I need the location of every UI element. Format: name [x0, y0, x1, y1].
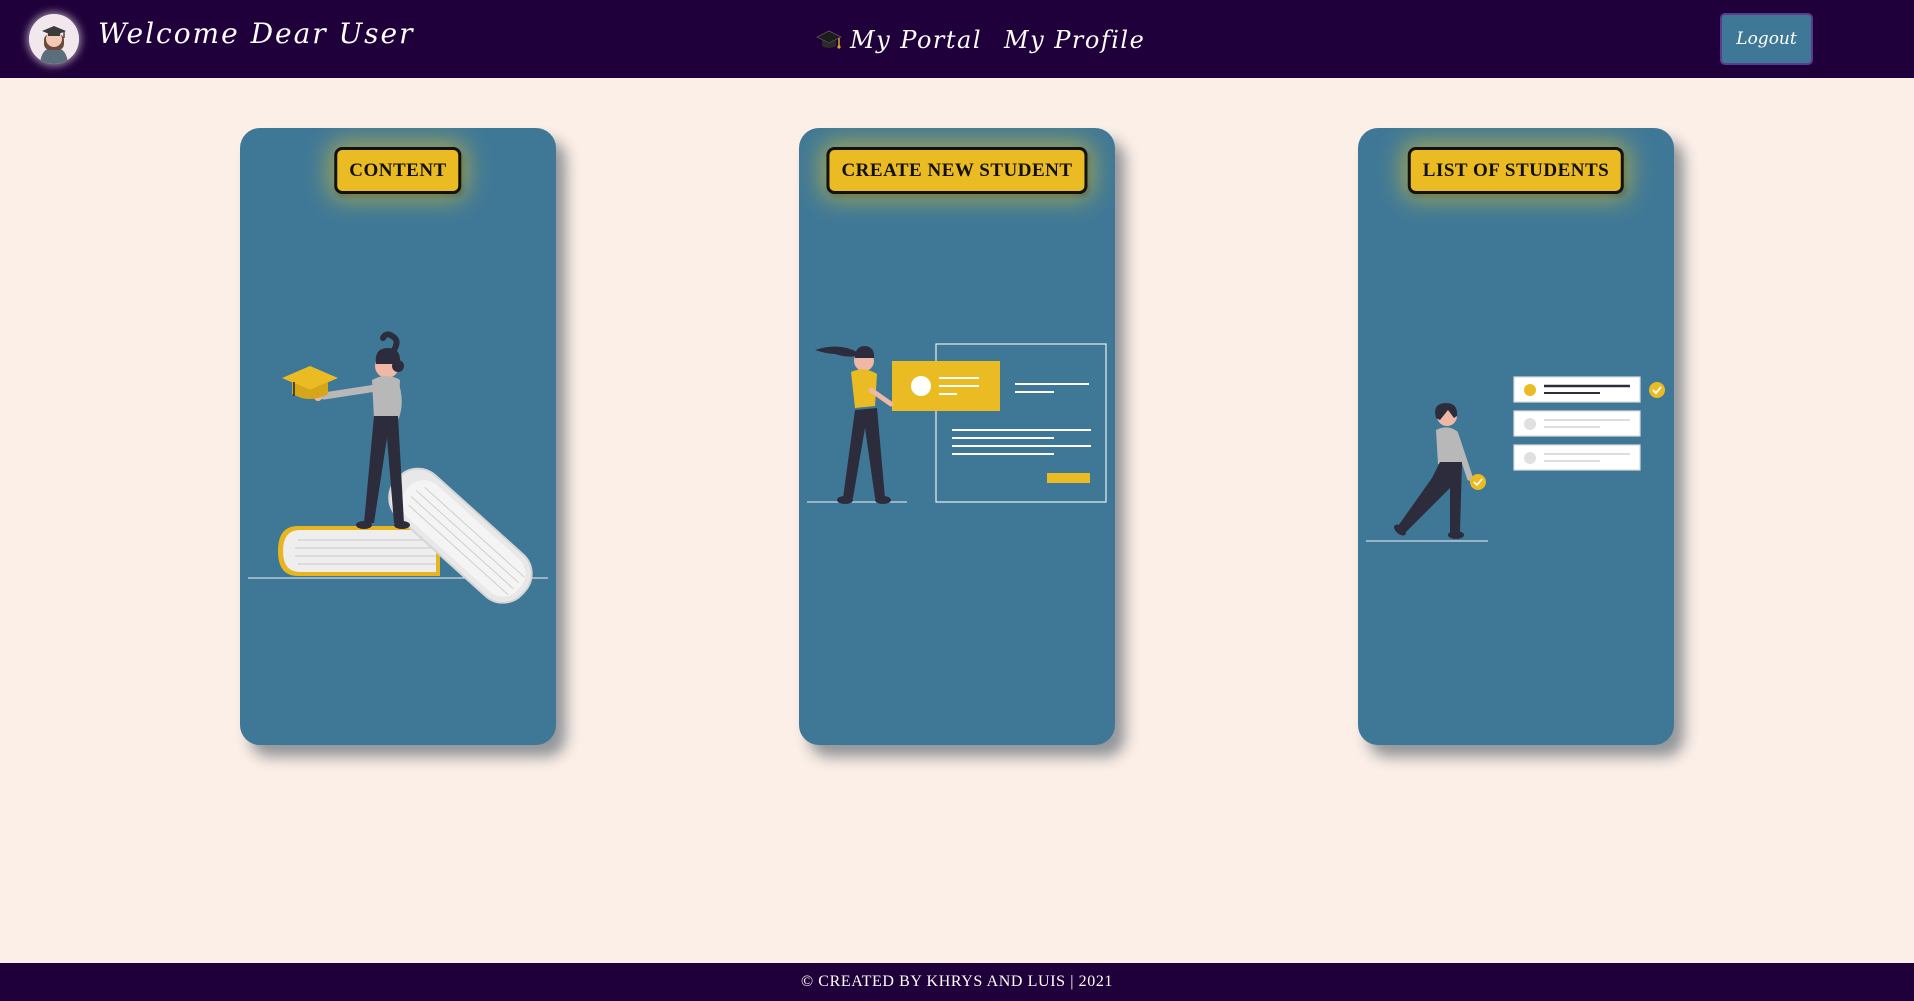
welcome-title: Welcome Dear User [98, 17, 415, 50]
woman-on-books-illustration [248, 331, 548, 604]
graduation-cap-icon [816, 28, 842, 52]
nav-links: My Portal My Profile [816, 20, 1145, 60]
list-of-students-button[interactable]: LIST OF STUDENTS [1407, 147, 1625, 194]
footer: © CREATED BY KHRYS AND LUIS | 2021 [0, 963, 1914, 1001]
content-button[interactable]: CONTENT [334, 147, 462, 194]
list-of-students-card[interactable]: LIST OF STUDENTS [1358, 128, 1674, 745]
woman-with-id-card-illustration [807, 343, 1107, 504]
nav-link-my-profile[interactable]: My Profile [1004, 26, 1145, 54]
logout-button[interactable]: Logout [1720, 13, 1813, 65]
create-new-student-card[interactable]: CREATE NEW STUDENT [799, 128, 1115, 745]
create-new-student-button[interactable]: CREATE NEW STUDENT [826, 147, 1088, 194]
nav-link-my-portal[interactable]: My Portal [816, 26, 982, 54]
footer-credits: © CREATED BY KHRYS AND LUIS | 2021 [800, 973, 1114, 990]
content-card[interactable]: CONTENT [240, 128, 556, 745]
my-portal-label: My Portal [850, 26, 982, 54]
graduate-avatar-icon [29, 14, 79, 64]
navbar: Welcome Dear User My Portal My Profile L… [0, 0, 1914, 78]
woman-with-checklist-illustration [1366, 376, 1665, 542]
